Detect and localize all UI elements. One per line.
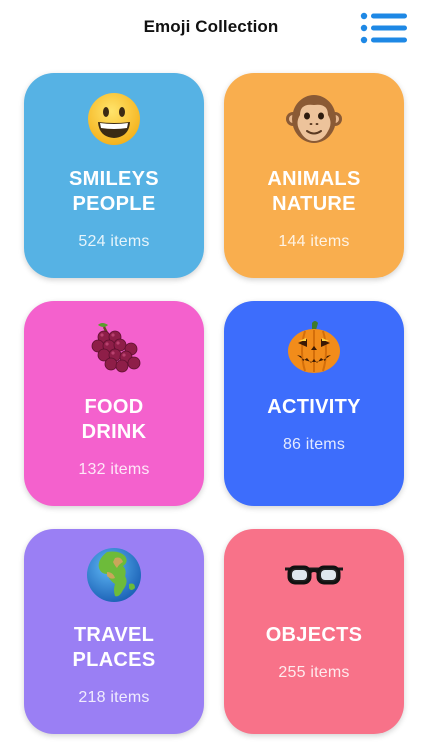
category-name: SMILEYS PEOPLE (69, 168, 159, 215)
item-count: 132 items (78, 461, 150, 478)
jack-o-lantern-icon (224, 317, 404, 377)
category-card-food-drink[interactable]: FOOD DRINK 132 items (24, 301, 204, 506)
category-name: ANIMALS NATURE (267, 168, 361, 215)
grapes-icon (24, 317, 204, 377)
item-count: 86 items (282, 436, 346, 453)
category-name: OBJECTS (265, 624, 363, 646)
category-name: ACTIVITY (267, 396, 361, 418)
category-card-objects[interactable]: OBJECTS 255 items (224, 529, 404, 734)
category-grid: SMILEYS PEOPLE 524 items ANIMALS NATURE … (0, 0, 422, 750)
category-card-activity[interactable]: ACTIVITY 86 items (224, 301, 404, 506)
category-card-animals-nature[interactable]: ANIMALS NATURE 144 items (224, 73, 404, 278)
grinning-face-icon (24, 89, 204, 149)
globe-icon (24, 545, 204, 605)
glasses-icon (224, 545, 404, 605)
monkey-face-icon (224, 89, 404, 149)
item-count: 218 items (78, 689, 150, 706)
category-card-travel-places[interactable]: TRAVEL PLACES 218 items (24, 529, 204, 734)
item-count: 255 items (278, 664, 350, 681)
category-name: TRAVEL PLACES (72, 624, 156, 671)
item-count: 524 items (78, 233, 150, 250)
category-card-smileys-people[interactable]: SMILEYS PEOPLE 524 items (24, 73, 204, 278)
category-name: FOOD DRINK (81, 396, 147, 443)
item-count: 144 items (278, 233, 350, 250)
